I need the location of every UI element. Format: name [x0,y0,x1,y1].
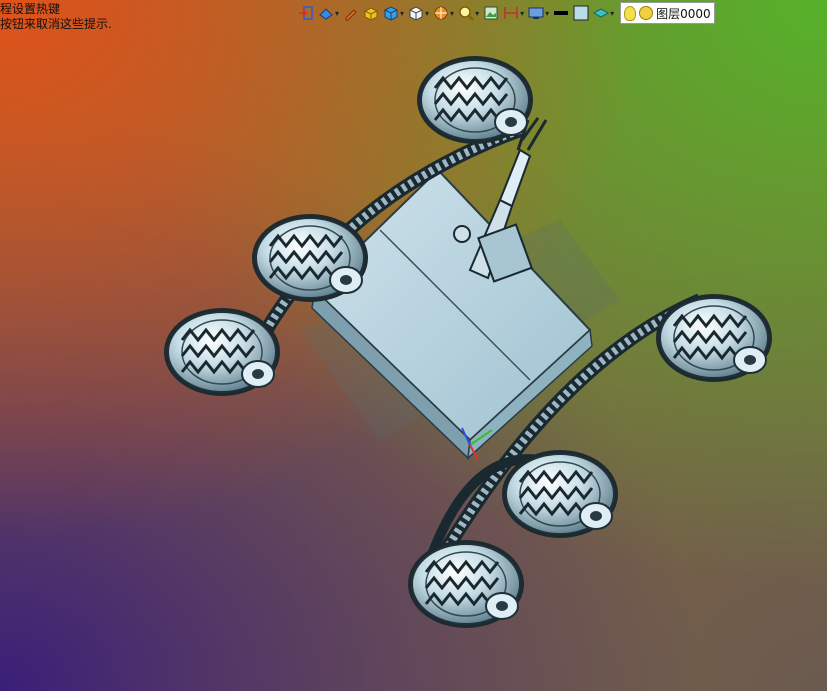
3d-viewport[interactable] [0,0,827,691]
wheel-front-left [162,306,282,398]
wheel-rear-right [654,292,774,384]
wheel-rear-left [415,54,535,146]
wheel-mid-left [250,212,370,304]
wheel-front-right [406,538,526,630]
wheel-mid-right [500,448,620,540]
